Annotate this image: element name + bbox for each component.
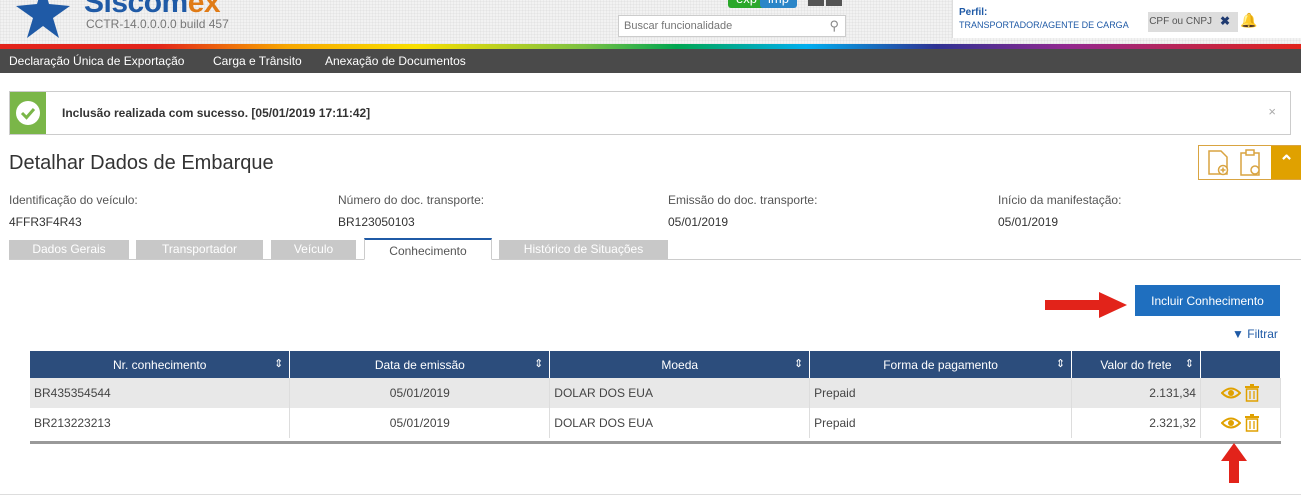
col-forma-pagamento[interactable]: Forma de pagamento ⇕ xyxy=(809,351,1073,378)
cell-pagamento: Prepaid xyxy=(809,378,1073,408)
search-box: ⚲ xyxy=(618,15,846,37)
tab-conhecimento[interactable]: Conhecimento xyxy=(364,238,492,260)
collapse-up-icon[interactable]: ⌃ xyxy=(1271,146,1301,179)
nav-item-carga-transito[interactable]: Carga e Trânsito xyxy=(213,54,302,68)
filtrar-label: Filtrar xyxy=(1247,327,1278,341)
col-actions xyxy=(1200,351,1282,378)
success-alert: Inclusão realizada com sucesso. [05/01/2… xyxy=(9,91,1291,135)
close-icon[interactable]: ✖ xyxy=(1220,14,1230,28)
red-arrow-up-icon xyxy=(1221,443,1247,483)
info-value-veiculo: 4FFR3F4R43 xyxy=(9,215,82,229)
info-label-veiculo: Identificação do veículo: xyxy=(9,193,138,207)
page-title: Detalhar Dados de Embarque xyxy=(9,152,274,174)
sort-icon[interactable]: ⇕ xyxy=(794,357,803,370)
profile-value: TRANSPORTADOR/AGENTE DE CARGA xyxy=(959,20,1129,30)
clipboard-search-icon[interactable] xyxy=(1239,148,1263,178)
main-nav: Declaração Única de Exportação Carga e T… xyxy=(0,49,1301,73)
info-value-doc-numero: BR123050103 xyxy=(338,215,415,229)
profile-label: Perfil: xyxy=(959,7,988,18)
filter-icon: ▼ xyxy=(1232,327,1244,341)
tab-dados-gerais[interactable]: Dados Gerais xyxy=(9,240,129,259)
nav-item-due[interactable]: Declaração Única de Exportação xyxy=(9,54,184,68)
table-footer-bar xyxy=(30,441,1281,444)
view-eye-icon[interactable] xyxy=(1220,416,1241,430)
cell-numero: BR435354544 xyxy=(30,378,291,408)
apps-grid-icon[interactable] xyxy=(808,0,844,6)
info-label-manifestacao: Início da manifestação: xyxy=(998,193,1122,207)
cell-valor: 2.321,32 xyxy=(1071,408,1201,438)
tab-veiculo[interactable]: Veículo xyxy=(271,240,356,259)
logo-star-icon xyxy=(16,0,70,38)
sort-icon[interactable]: ⇕ xyxy=(1056,357,1065,370)
table-row: BR435354544 05/01/2019 DOLAR DOS EUA Pre… xyxy=(30,378,1282,408)
mode-imp-button[interactable]: imp xyxy=(760,0,797,8)
incluir-conhecimento-button[interactable]: Incluir Conhecimento xyxy=(1135,285,1280,316)
sort-icon[interactable]: ⇕ xyxy=(534,357,543,370)
success-icon xyxy=(10,92,46,134)
table-row: BR213223213 05/01/2019 DOLAR DOS EUA Pre… xyxy=(30,408,1282,438)
conhecimentos-table: Nr. conhecimento ⇕ Data de emissão ⇕ Moeda… xyxy=(30,351,1282,438)
cell-pagamento: Prepaid xyxy=(809,408,1073,438)
search-input[interactable] xyxy=(619,16,819,36)
cell-data: 05/01/2019 xyxy=(289,408,551,438)
app-header: Siscomex CCTR-14.0.0.0.0 build 457 exp i… xyxy=(0,0,1301,44)
delete-trash-icon[interactable] xyxy=(1244,414,1260,432)
col-nr-conhecimento[interactable]: Nr. conhecimento ⇕ xyxy=(30,351,291,378)
bell-icon[interactable]: 🔔 xyxy=(1240,12,1257,29)
delete-trash-icon[interactable] xyxy=(1244,384,1260,402)
col-data-emissao[interactable]: Data de emissão ⇕ xyxy=(289,351,551,378)
alert-close-button[interactable]: × xyxy=(1268,104,1276,119)
cell-actions xyxy=(1200,408,1282,438)
new-document-icon[interactable] xyxy=(1207,150,1229,176)
view-eye-icon[interactable] xyxy=(1220,386,1241,400)
search-icon[interactable]: ⚲ xyxy=(829,18,839,34)
tab-historico[interactable]: Histórico de Situações xyxy=(499,240,668,259)
info-label-doc-numero: Número do doc. transporte: xyxy=(338,193,485,207)
sort-icon[interactable]: ⇕ xyxy=(274,357,283,370)
nav-item-anexacao[interactable]: Anexação de Documentos xyxy=(325,54,466,68)
info-label-doc-emissao: Emissão do doc. transporte: xyxy=(668,193,818,207)
tabs-baseline xyxy=(9,259,1301,260)
tab-transportador[interactable]: Transportador xyxy=(136,240,263,259)
cell-moeda: DOLAR DOS EUA xyxy=(549,378,811,408)
alert-message: Inclusão realizada com sucesso. [05/01/2… xyxy=(62,106,371,120)
cell-actions xyxy=(1200,378,1282,408)
col-valor-frete[interactable]: Valor do frete ⇕ xyxy=(1071,351,1201,378)
cell-moeda: DOLAR DOS EUA xyxy=(549,408,811,438)
red-arrow-right-icon xyxy=(1045,292,1127,318)
info-value-manifestacao: 05/01/2019 xyxy=(998,215,1059,229)
cell-valor: 2.131,34 xyxy=(1071,378,1201,408)
build-version: CCTR-14.0.0.0.0 build 457 xyxy=(86,17,229,31)
info-value-doc-emissao: 05/01/2019 xyxy=(668,215,729,229)
cell-numero: BR213223213 xyxy=(30,408,291,438)
footer-divider xyxy=(0,494,1301,495)
cell-data: 05/01/2019 xyxy=(289,378,551,408)
col-moeda[interactable]: Moeda ⇕ xyxy=(549,351,811,378)
sort-icon[interactable]: ⇕ xyxy=(1185,357,1194,370)
filtrar-link[interactable]: ▼ Filtrar xyxy=(1232,327,1278,341)
toolbar: ⌃ xyxy=(1198,145,1301,180)
